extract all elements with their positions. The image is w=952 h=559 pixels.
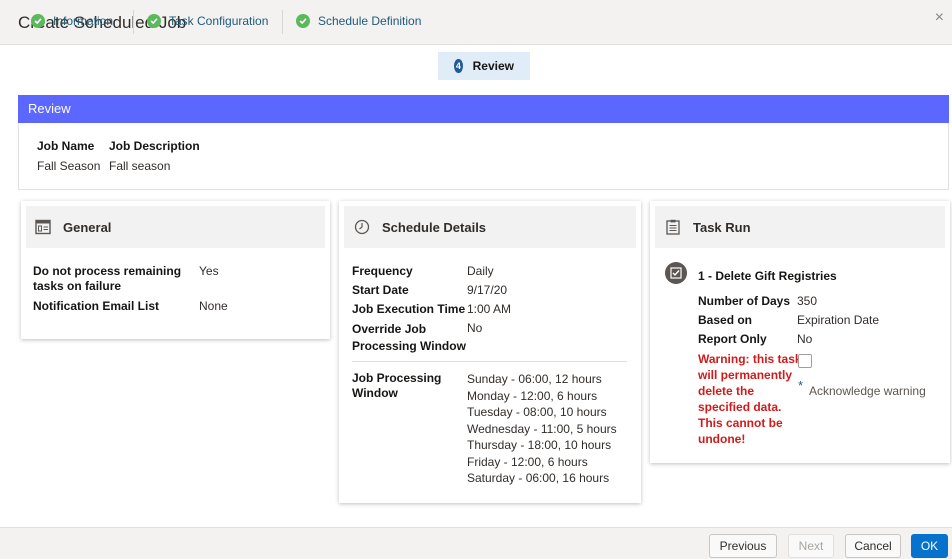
review-section-header: Review xyxy=(18,95,949,123)
window-entry: Thursday - 18:00, 10 hours xyxy=(467,438,612,452)
general-value: Yes xyxy=(199,264,219,278)
acknowledge-warning-label: Acknowledge warning xyxy=(809,384,926,398)
tab-schedule-definition[interactable]: Schedule Definition xyxy=(296,7,421,35)
task-checklist-icon xyxy=(665,262,687,284)
task-value: 350 xyxy=(797,294,818,308)
check-icon xyxy=(147,14,161,28)
job-description-header: Job Description xyxy=(109,139,200,153)
step-number-badge: 4 xyxy=(454,59,463,73)
schedule-value: Daily xyxy=(467,264,494,278)
window-entry: Monday - 12:00, 6 hours xyxy=(467,388,598,403)
ok-button[interactable]: OK xyxy=(911,534,948,558)
general-label-line: Do not process remaining xyxy=(33,264,182,278)
schedule-label-line: Processing Window xyxy=(352,339,466,353)
warning-line: This cannot be xyxy=(698,416,783,430)
general-label: Do not process remaining tasks on failur… xyxy=(33,264,181,294)
general-value: None xyxy=(199,299,228,313)
task-label: Report Only xyxy=(698,332,767,346)
schedule-label-line: Job Processing xyxy=(352,371,442,385)
tab-divider xyxy=(133,10,134,34)
warning-line: will permanently xyxy=(698,368,793,382)
section-divider xyxy=(352,361,627,362)
processing-window-list: Sunday - 06:00, 12 hours Monday - 12:00,… xyxy=(467,371,617,487)
schedule-label: Job Execution Time xyxy=(352,302,466,316)
task-value: Expiration Date xyxy=(797,313,880,327)
tab-label: Schedule Definition xyxy=(318,14,422,28)
schedule-card-title: Schedule Details xyxy=(382,219,487,235)
warning-line: undone! xyxy=(698,432,746,446)
window-entry: Saturday - 06:00, 16 hours xyxy=(467,471,610,485)
clock-icon xyxy=(354,219,370,235)
task-run-card-title: Task Run xyxy=(693,219,751,235)
task-label: Number of Days xyxy=(698,294,791,308)
warning-line: specified data. xyxy=(698,400,782,414)
review-summary xyxy=(18,123,949,190)
acknowledge-warning-checkbox[interactable] xyxy=(798,354,812,368)
tab-task-configuration[interactable]: Task Configuration xyxy=(147,7,268,35)
previous-button[interactable]: Previous xyxy=(709,534,777,558)
task-run-card-header: Task Run xyxy=(655,206,945,248)
job-name-value: Fall Season xyxy=(37,159,101,173)
general-panel-icon xyxy=(35,219,51,235)
check-icon xyxy=(31,14,45,28)
required-indicator: * xyxy=(798,378,804,393)
general-card-header: General xyxy=(26,206,325,248)
schedule-value: 1:00 AM xyxy=(467,302,512,316)
job-name-header: Job Name xyxy=(37,139,95,153)
window-entry: Sunday - 06:00, 12 hours xyxy=(467,372,602,386)
schedule-label: Override Job Processing Window xyxy=(352,321,466,355)
close-icon[interactable]: × xyxy=(935,9,944,27)
task-label: Based on xyxy=(698,313,753,327)
schedule-label: Start Date xyxy=(352,283,409,297)
job-description-value: Fall season xyxy=(109,159,171,173)
schedule-label-line: Override Job xyxy=(352,322,427,336)
window-entry: Tuesday - 08:00, 10 hours xyxy=(467,405,607,419)
schedule-value: 9/17/20 xyxy=(467,283,508,297)
tab-divider xyxy=(282,10,283,34)
warning-line: Warning: this task xyxy=(698,352,802,366)
processing-window-label: Job Processing Window xyxy=(352,371,441,401)
schedule-label-line: Window xyxy=(352,386,398,400)
schedule-card-header: Schedule Details xyxy=(344,206,636,248)
schedule-label: Frequency xyxy=(352,264,413,278)
general-label: Notification Email List xyxy=(33,299,160,313)
general-label-line: tasks on failure xyxy=(33,279,122,293)
task-value: No xyxy=(797,332,813,346)
check-icon xyxy=(296,14,310,28)
tab-label: Task Configuration xyxy=(169,14,269,28)
tab-label: Review xyxy=(472,59,514,73)
tab-label: Information xyxy=(53,14,114,28)
cancel-button[interactable]: Cancel xyxy=(845,534,901,558)
general-card-title: General xyxy=(63,219,112,235)
tab-review[interactable]: 4 Review xyxy=(438,52,530,80)
delete-warning-text: Warning: this task will permanently dele… xyxy=(698,351,802,447)
clipboard-icon xyxy=(666,219,680,235)
task-title: 1 - Delete Gift Registries xyxy=(698,269,837,283)
window-entry: Friday - 12:00, 6 hours xyxy=(467,454,588,469)
schedule-value: No xyxy=(467,321,483,335)
window-entry: Wednesday - 11:00, 5 hours xyxy=(467,421,617,436)
next-button[interactable]: Next xyxy=(788,534,834,558)
warning-line: delete the xyxy=(698,384,755,398)
tab-information[interactable]: Information xyxy=(31,7,113,35)
